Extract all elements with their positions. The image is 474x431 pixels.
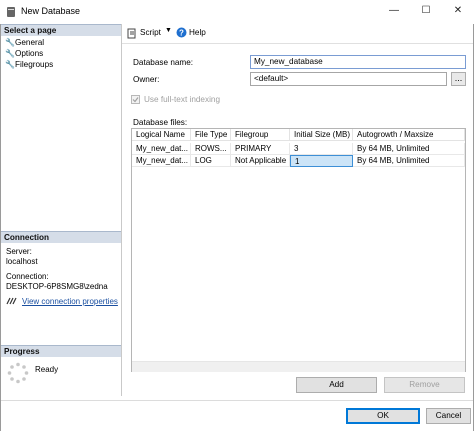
server-value: localhost: [6, 257, 38, 266]
select-page-header: Select a page: [1, 24, 121, 36]
help-button[interactable]: Help: [189, 28, 206, 37]
fulltext-label: Use full-text indexing: [144, 95, 220, 104]
progress-status: Ready: [35, 365, 59, 374]
help-icon: ?: [176, 27, 187, 38]
window-title: New Database: [21, 6, 81, 16]
connection-header: Connection: [1, 231, 121, 243]
owner-input[interactable]: <default>: [250, 72, 447, 86]
maximize-button[interactable]: ☐: [410, 0, 442, 22]
progress-spinner-icon: [7, 362, 29, 384]
table-cell[interactable]: My_new_dat...: [132, 143, 191, 155]
database-name-label: Database name:: [133, 58, 194, 67]
left-pane: Select a page 🔧General 🔧Options 🔧Filegro…: [1, 24, 122, 396]
table-cell[interactable]: By 64 MB, Unlimited: [353, 143, 465, 155]
title-bar: New Database — ☐ ✕: [0, 0, 474, 24]
column-header[interactable]: Logical Name: [132, 129, 191, 141]
owner-label: Owner:: [133, 75, 160, 84]
page-item-options[interactable]: 🔧Options: [5, 48, 43, 59]
ok-button[interactable]: OK: [346, 408, 420, 424]
minimize-button[interactable]: —: [378, 0, 410, 22]
remove-button[interactable]: Remove: [384, 377, 465, 393]
wrench-icon: 🔧: [5, 49, 15, 58]
cancel-button[interactable]: Cancel: [426, 408, 471, 424]
wrench-icon: 🔧: [5, 60, 15, 69]
page-label-general: General: [15, 38, 45, 47]
chevron-down-icon[interactable]: ▼: [165, 27, 172, 34]
table-cell[interactable]: By 64 MB, Unlimited: [353, 155, 465, 167]
table-cell[interactable]: 3: [290, 143, 353, 155]
view-connection-properties-link[interactable]: View connection properties: [22, 296, 118, 307]
page-item-general[interactable]: 🔧General: [5, 37, 44, 48]
database-files-label: Database files:: [133, 118, 188, 127]
horizontal-scrollbar[interactable]: [132, 361, 465, 372]
column-header[interactable]: Initial Size (MB): [290, 129, 353, 141]
script-icon: [127, 28, 136, 39]
initial-size-edit-cell[interactable]: 1: [290, 155, 353, 167]
table-cell[interactable]: ROWS...: [191, 143, 231, 155]
database-files-grid: Logical Name File Type Filegroup Initial…: [131, 128, 466, 372]
database-icon: [7, 7, 15, 17]
page-label-filegroups: Filegroups: [15, 60, 54, 69]
page-label-options: Options: [15, 49, 44, 58]
connection-properties-icon: [6, 297, 17, 305]
wrench-icon: 🔧: [5, 38, 15, 47]
table-cell[interactable]: PRIMARY: [231, 143, 290, 155]
column-header[interactable]: File Type: [191, 129, 231, 141]
table-cell[interactable]: My_new_dat...: [132, 155, 191, 167]
checkmark-icon: [132, 97, 139, 103]
add-button[interactable]: Add: [296, 377, 377, 393]
close-button[interactable]: ✕: [442, 0, 474, 22]
table-cell[interactable]: Not Applicable: [231, 155, 290, 167]
footer-divider: [1, 400, 473, 401]
progress-header: Progress: [1, 345, 121, 357]
page-item-filegroups[interactable]: 🔧Filegroups: [5, 59, 53, 70]
table-cell[interactable]: LOG: [191, 155, 231, 167]
svg-text:?: ?: [179, 29, 184, 38]
fulltext-checkbox[interactable]: [131, 95, 140, 104]
column-header[interactable]: Autogrowth / Maxsize: [353, 129, 465, 141]
column-header[interactable]: Filegroup: [231, 129, 290, 141]
database-name-input[interactable]: My_new_database: [250, 55, 466, 69]
script-button[interactable]: Script: [140, 28, 161, 37]
toolbar: Script ▼ ? Help: [122, 24, 473, 44]
connection-value: DESKTOP-6P8SMG8\zedna: [6, 282, 108, 291]
owner-browse-button[interactable]: ...: [451, 72, 466, 86]
